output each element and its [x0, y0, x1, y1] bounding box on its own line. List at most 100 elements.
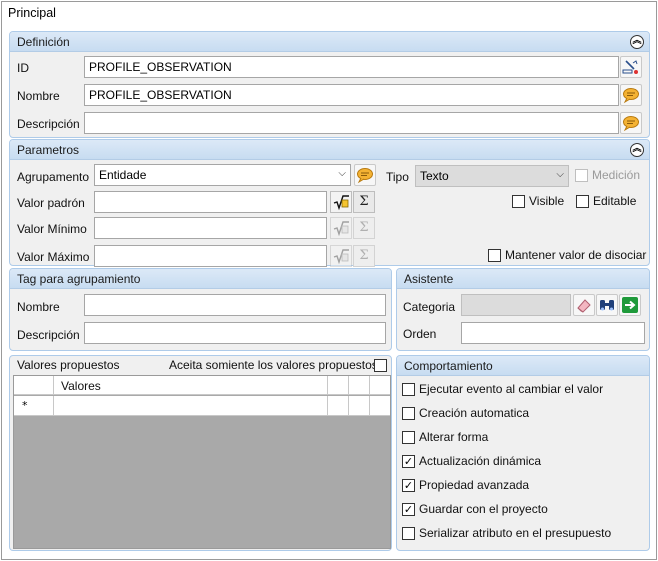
translate-nombre-button[interactable]: [620, 84, 642, 106]
green-arrow-icon: [622, 297, 638, 313]
comportamiento-title: Comportamiento: [404, 359, 493, 373]
asistente-panel: Asistente Categoria Orden: [396, 268, 650, 351]
edit-id-button[interactable]: [620, 56, 642, 78]
checkmark-icon: ✓: [403, 455, 414, 468]
comportamiento-label: Propiedad avanzada: [419, 478, 530, 492]
chevron-down-icon: ⌵: [338, 168, 346, 179]
comportamiento-checkbox[interactable]: [402, 527, 415, 540]
valor-padron-sum-button[interactable]: Σ: [353, 191, 375, 213]
comportamiento-checkbox[interactable]: [402, 407, 415, 420]
sigma-icon: Σ: [359, 220, 369, 235]
clear-categoria-button[interactable]: [573, 294, 595, 316]
square-root-icon: [333, 195, 349, 211]
valor-padron-field[interactable]: [94, 191, 327, 213]
tag-panel: Tag para agrupamiento Nombre Descripción: [9, 268, 392, 351]
valor-padron-label: Valor padrón: [17, 196, 85, 210]
tag-descripcion-label: Descripción: [17, 328, 80, 342]
editable-checkbox[interactable]: [576, 195, 589, 208]
medicion-label: Medición: [592, 168, 641, 182]
comportamiento-checkbox[interactable]: ✓: [402, 479, 415, 492]
valor-minimo-sum-button[interactable]: Σ: [353, 217, 375, 239]
sigma-icon: Σ: [359, 194, 369, 209]
definicion-header: Definición ︽: [10, 32, 649, 52]
visible-label: Visible: [529, 194, 565, 208]
parametros-panel: Parametros ︽ Agrupamento Entidade ⌵ Tipo…: [9, 139, 650, 267]
orden-field[interactable]: [461, 322, 645, 344]
asistente-header: Asistente: [397, 269, 649, 289]
tag-nombre-field[interactable]: [84, 294, 386, 316]
translate-descripcion-button[interactable]: [620, 112, 642, 134]
valores-panel: Valores propuestos Aceita somiente los v…: [9, 355, 392, 551]
nombre-field[interactable]: PROFILE_OBSERVATION: [84, 84, 619, 106]
orden-label: Orden: [403, 327, 437, 341]
chevron-down-icon: ⌵: [556, 169, 564, 180]
tipo-value: Texto: [420, 169, 449, 183]
row-selector-header: [14, 376, 54, 394]
valor-minimo-label: Valor Mínimo: [17, 222, 87, 236]
agrupamento-select[interactable]: Entidade ⌵: [94, 164, 351, 186]
tag-header: Tag para agrupamiento: [10, 269, 391, 289]
comportamiento-label: Actualización dinámica: [419, 454, 542, 468]
tipo-select[interactable]: Texto ⌵: [415, 165, 569, 187]
double-chevron-up-icon[interactable]: ︽: [630, 35, 644, 49]
grid-cell[interactable]: [349, 396, 370, 415]
valor-minimo-field[interactable]: [94, 217, 327, 239]
grid-column-header[interactable]: [328, 376, 349, 394]
grid-column-header[interactable]: [349, 376, 370, 394]
comportamiento-label: Guardar con el proyecto: [419, 502, 548, 516]
valores-title: Valores propuestos: [17, 358, 120, 372]
id-field[interactable]: PROFILE_OBSERVATION: [84, 56, 619, 78]
comportamiento-checkbox[interactable]: ✓: [402, 455, 415, 468]
valor-padron-formula-button[interactable]: [330, 191, 352, 213]
translate-agrupamento-button[interactable]: [354, 164, 376, 186]
visible-checkbox[interactable]: [512, 195, 525, 208]
grid-cell[interactable]: [370, 396, 390, 415]
parametros-header: Parametros ︽: [10, 140, 649, 160]
valores-cell[interactable]: [54, 396, 328, 415]
valor-maximo-field[interactable]: [94, 245, 327, 267]
comportamiento-checkbox[interactable]: [402, 431, 415, 444]
valor-maximo-label: Valor Máximo: [17, 250, 90, 264]
double-chevron-up-icon[interactable]: ︽: [630, 143, 644, 157]
comportamiento-label: Creación automatica: [419, 406, 530, 420]
speech-bubble-icon: [357, 168, 373, 184]
valor-maximo-formula-button[interactable]: [330, 245, 352, 267]
comportamiento-checkbox[interactable]: [402, 383, 415, 396]
mantener-checkbox[interactable]: [488, 249, 501, 262]
nombre-label: Nombre: [17, 89, 60, 103]
comportamiento-checkbox[interactable]: ✓: [402, 503, 415, 516]
medicion-checkbox[interactable]: [575, 169, 588, 182]
search-categoria-button[interactable]: [596, 294, 618, 316]
edit-id-icon: [622, 60, 638, 74]
comportamiento-header: Comportamiento: [397, 356, 649, 376]
go-categoria-button[interactable]: [619, 294, 641, 316]
editable-label: Editable: [593, 194, 637, 208]
definicion-panel: Definición ︽ ID PROFILE_OBSERVATION Nomb…: [9, 31, 650, 138]
definicion-title: Definición: [17, 35, 70, 49]
aceita-checkbox[interactable]: [374, 359, 387, 372]
valores-grid[interactable]: Valores *: [13, 375, 391, 549]
grid-header-row: Valores: [14, 376, 390, 395]
tag-title: Tag para agrupamiento: [17, 272, 141, 286]
eraser-icon: [577, 299, 591, 313]
speech-bubble-icon: [623, 116, 639, 132]
square-root-icon: [333, 249, 349, 265]
grid-column-header[interactable]: [370, 376, 390, 394]
comportamiento-panel: Comportamiento Ejecutar evento al cambia…: [396, 355, 650, 551]
tag-descripcion-field[interactable]: [84, 322, 386, 344]
agrupamento-value: Entidade: [99, 168, 147, 182]
asistente-title: Asistente: [404, 272, 454, 286]
valor-minimo-formula-button[interactable]: [330, 217, 352, 239]
new-row[interactable]: *: [14, 396, 390, 416]
new-row-marker: *: [22, 399, 28, 412]
grid-cell[interactable]: [328, 396, 349, 415]
valor-maximo-sum-button[interactable]: Σ: [353, 245, 375, 267]
descripcion-field[interactable]: [84, 112, 619, 134]
square-root-icon: [333, 221, 349, 237]
speech-bubble-icon: [623, 88, 639, 104]
mantener-label: Mantener valor de disociar: [505, 248, 647, 262]
valores-column-header[interactable]: Valores: [54, 376, 328, 394]
parametros-title: Parametros: [17, 143, 80, 157]
categoria-field[interactable]: [461, 294, 571, 316]
binoculars-icon: [600, 300, 614, 311]
